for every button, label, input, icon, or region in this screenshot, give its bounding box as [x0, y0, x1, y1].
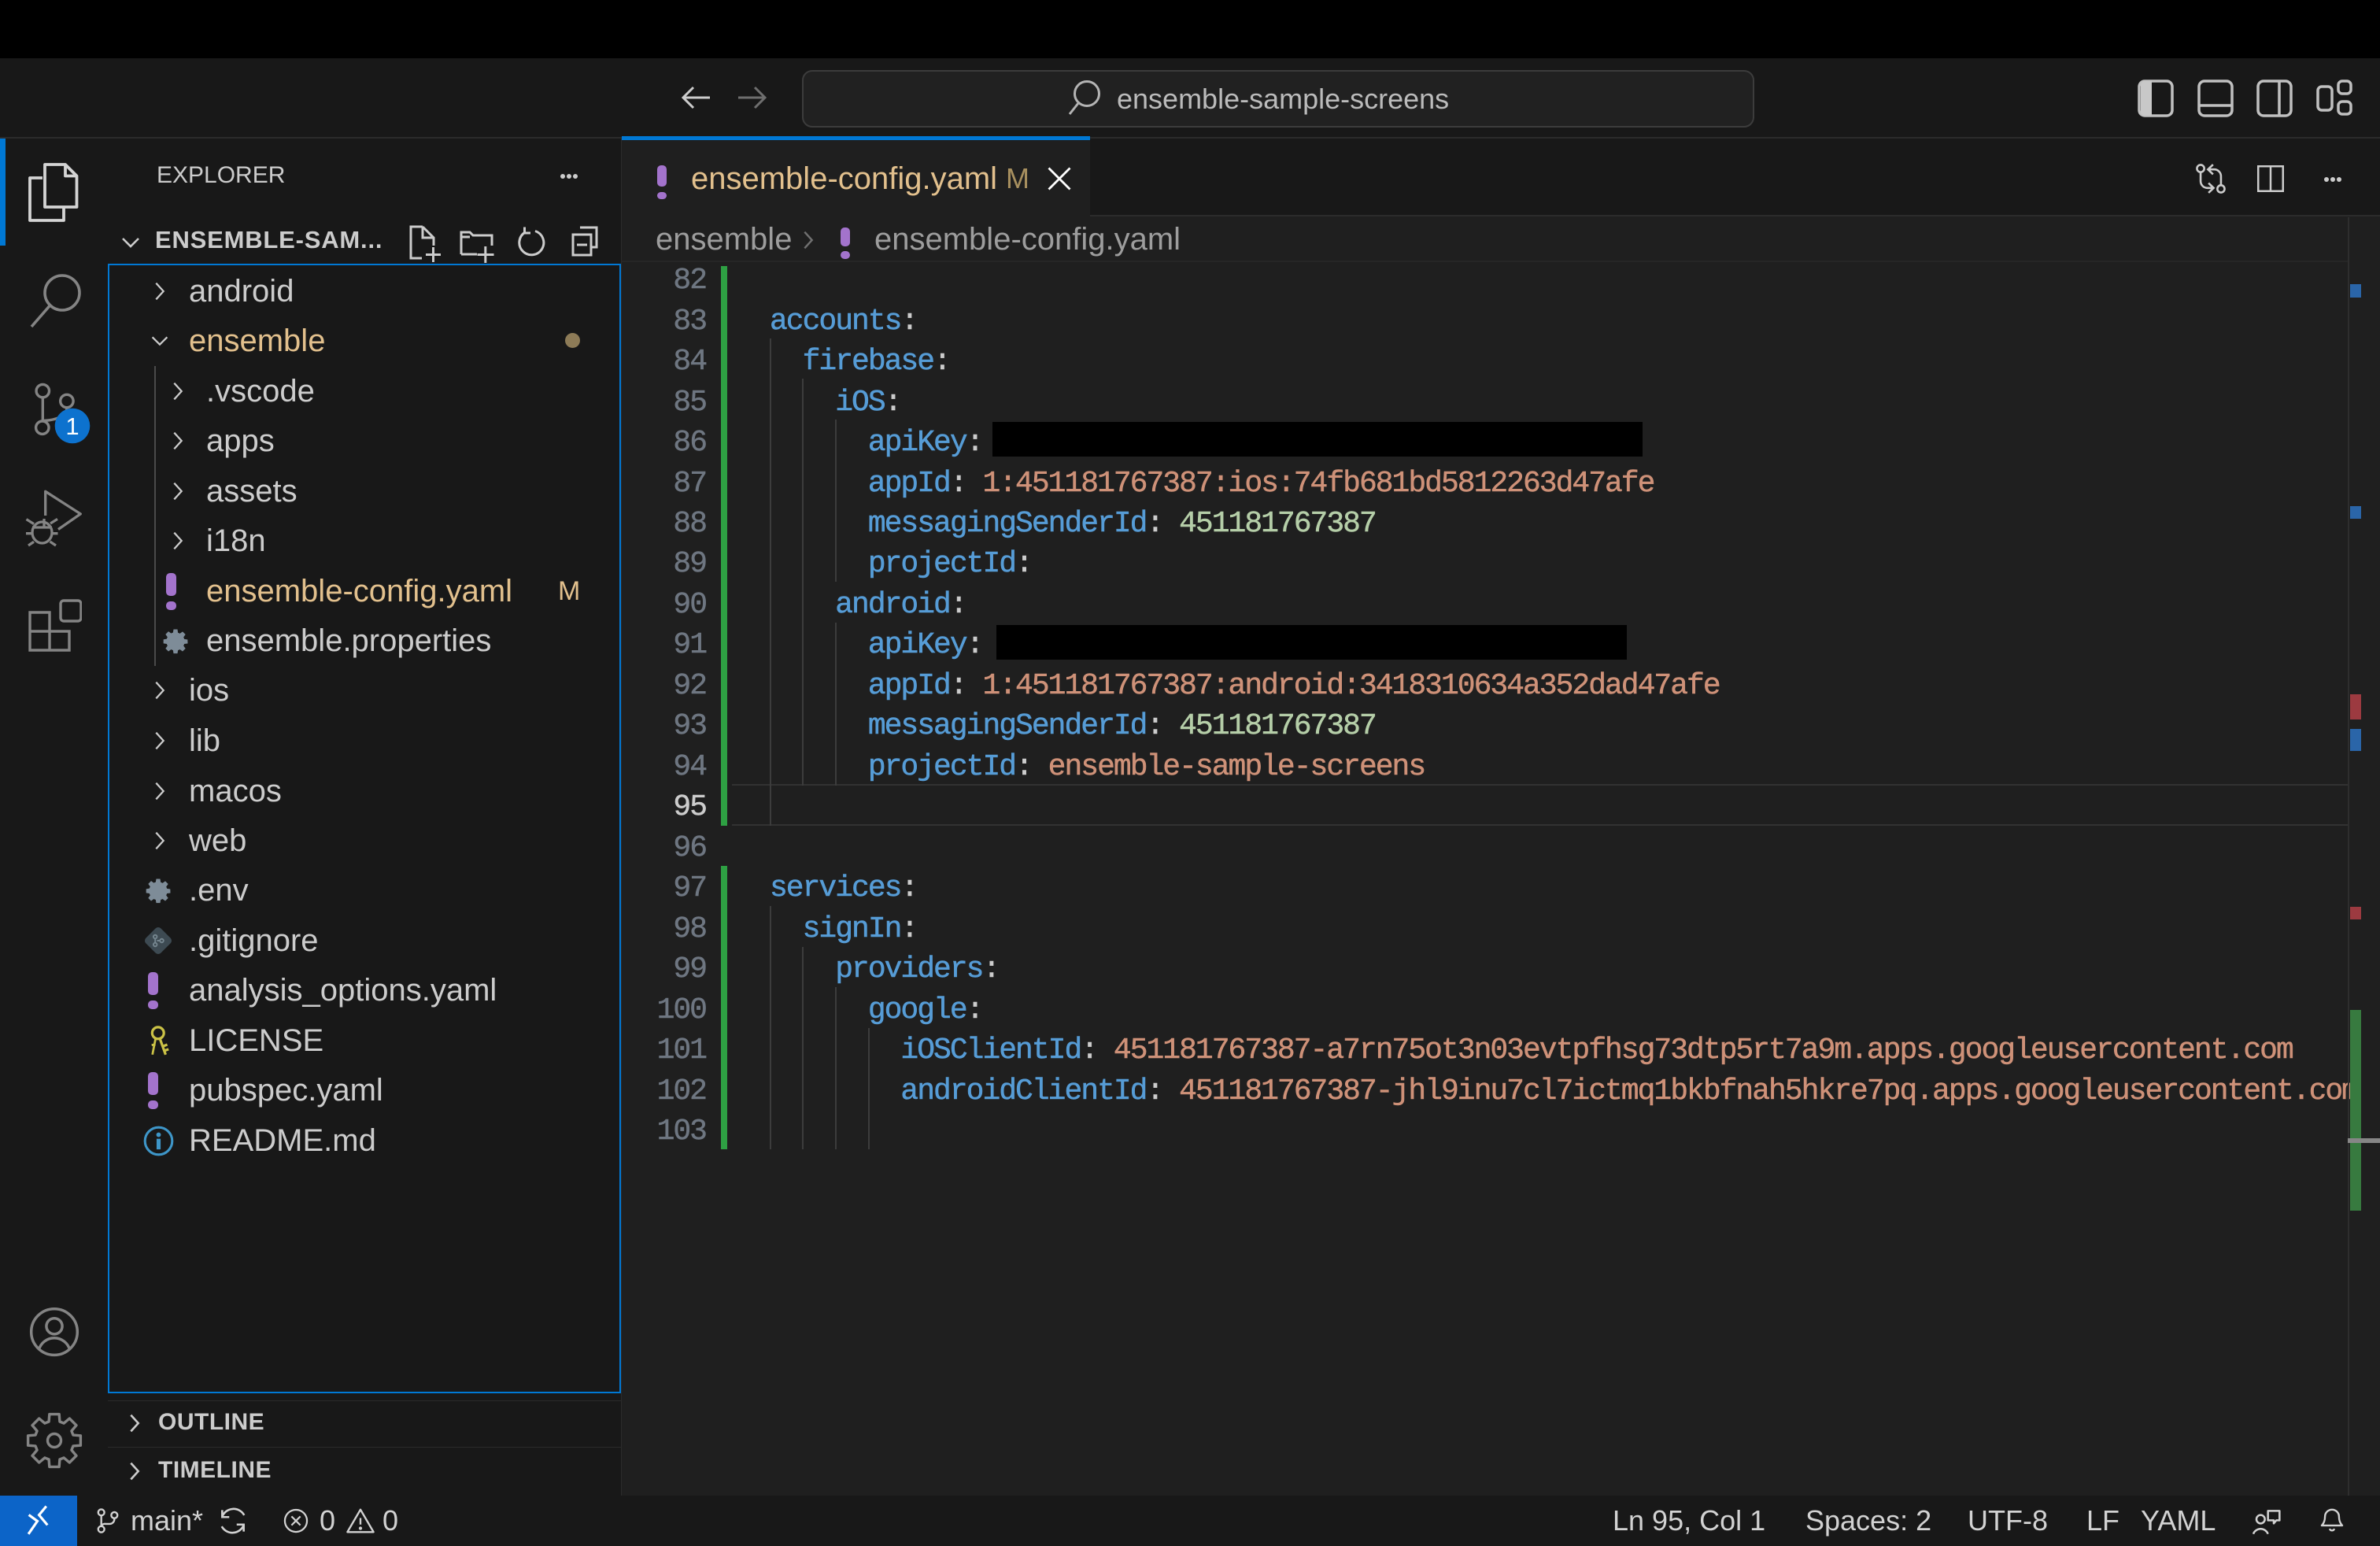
- svg-text:1: 1: [65, 412, 79, 440]
